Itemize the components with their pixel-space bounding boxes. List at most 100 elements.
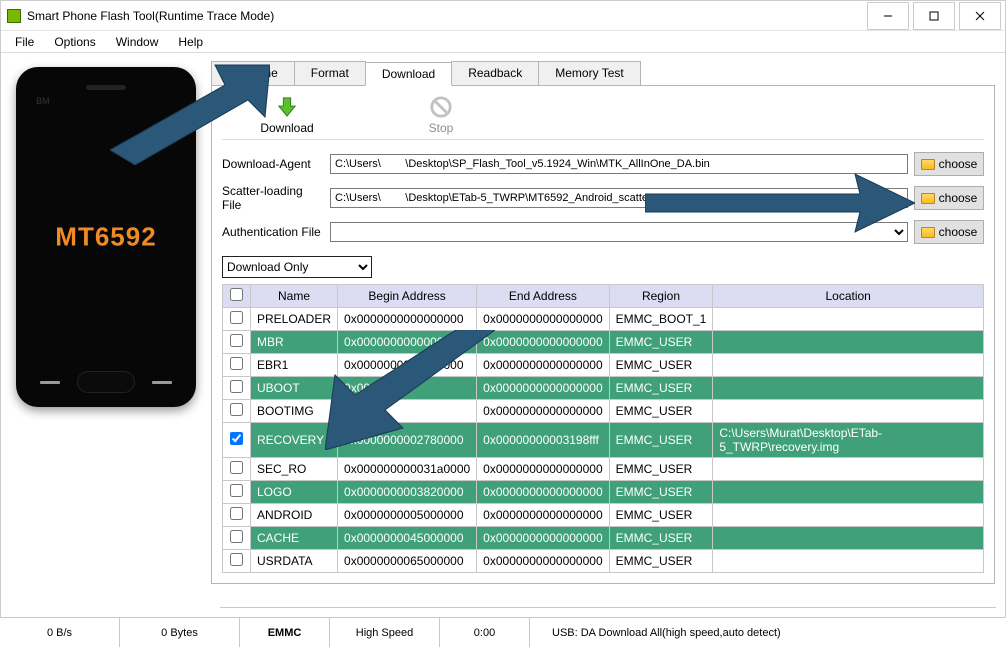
cell-begin: 0x000 — [338, 400, 477, 423]
cell-location — [713, 504, 984, 527]
cell-region: EMMC_USER — [609, 377, 713, 400]
cell-region: EMMC_USER — [609, 550, 713, 573]
row-checkbox[interactable] — [230, 507, 243, 520]
status-time: 0:00 — [440, 618, 530, 647]
col-begin: Begin Address — [338, 285, 477, 308]
table-row[interactable]: RECOVERY0x00000000027800000x000000000031… — [223, 423, 984, 458]
row-checkbox[interactable] — [230, 432, 243, 445]
row-checkbox[interactable] — [230, 334, 243, 347]
menu-file[interactable]: File — [5, 33, 44, 51]
cell-location — [713, 458, 984, 481]
cell-end: 0x0000000000000000 — [477, 527, 609, 550]
row-checkbox[interactable] — [230, 484, 243, 497]
cell-end: 0x0000000000000000 — [477, 400, 609, 423]
cell-begin: 0x0000000 — [338, 377, 477, 400]
cell-region: EMMC_USER — [609, 354, 713, 377]
cell-name: EBR1 — [251, 354, 338, 377]
menu-window[interactable]: Window — [106, 33, 169, 51]
choose-da-button[interactable]: choose — [914, 152, 984, 176]
row-checkbox[interactable] — [230, 311, 243, 324]
tab-strip: Welcome Format Download Readback Memory … — [211, 61, 995, 86]
cell-region: EMMC_USER — [609, 331, 713, 354]
table-row[interactable]: SEC_RO0x000000000031a00000x0000000000000… — [223, 458, 984, 481]
cell-end: 0x0000000000000000 — [477, 481, 609, 504]
cell-name: SEC_RO — [251, 458, 338, 481]
phone-brand: BM — [36, 96, 50, 106]
select-all-checkbox[interactable] — [230, 288, 243, 301]
row-checkbox[interactable] — [230, 403, 243, 416]
cell-name: BOOTIMG — [251, 400, 338, 423]
download-mode-select[interactable]: Download Only — [222, 256, 372, 278]
cell-location — [713, 550, 984, 573]
menu-options[interactable]: Options — [44, 33, 105, 51]
cell-begin: 0x0000000065000000 — [338, 550, 477, 573]
download-agent-path[interactable] — [330, 154, 908, 174]
folder-icon — [921, 193, 935, 204]
partition-table: Name Begin Address End Address Region Lo… — [222, 284, 984, 573]
maximize-button[interactable] — [913, 2, 955, 30]
auth-file-label: Authentication File — [222, 225, 324, 239]
cell-end: 0x00000000003198fff — [477, 423, 609, 458]
table-row[interactable]: USRDATA0x00000000650000000x0000000000000… — [223, 550, 984, 573]
download-button[interactable]: Download — [252, 96, 322, 135]
window-title: Smart Phone Flash Tool(Runtime Trace Mod… — [27, 9, 863, 23]
tab-memory-test[interactable]: Memory Test — [538, 61, 640, 85]
cell-begin: 0x0000000003820000 — [338, 481, 477, 504]
col-location: Location — [713, 285, 984, 308]
cell-end: 0x0000000000000000 — [477, 504, 609, 527]
row-checkbox[interactable] — [230, 357, 243, 370]
cell-begin: 0x0000000005000000 — [338, 504, 477, 527]
cell-end: 0x0000000000000000 — [477, 354, 609, 377]
folder-icon — [921, 159, 935, 170]
scatter-file-path[interactable] — [330, 188, 908, 208]
choose-scatter-button[interactable]: choose — [914, 186, 984, 210]
tab-download[interactable]: Download — [365, 62, 452, 86]
cell-location: C:\Users\Murat\Desktop\ETab-5_TWRP\recov… — [713, 423, 984, 458]
cell-begin: 0x000000000031a0000 — [338, 458, 477, 481]
cell-name: RECOVERY — [251, 423, 338, 458]
cell-end: 0x0000000000000000 — [477, 550, 609, 573]
cell-begin: 0x0000000002780000 — [338, 423, 477, 458]
col-region: Region — [609, 285, 713, 308]
cell-region: EMMC_USER — [609, 504, 713, 527]
menu-help[interactable]: Help — [168, 33, 213, 51]
status-speed: 0 B/s — [0, 618, 120, 647]
row-checkbox[interactable] — [230, 553, 243, 566]
table-row[interactable]: CACHE0x00000000450000000x000000000000000… — [223, 527, 984, 550]
cell-end: 0x0000000000000000 — [477, 458, 609, 481]
stop-button-label: Stop — [429, 121, 454, 135]
soft-key-back-icon — [152, 381, 172, 384]
table-row[interactable]: MBR0x00000000000000000x0000000000000000E… — [223, 331, 984, 354]
row-checkbox[interactable] — [230, 461, 243, 474]
close-button[interactable] — [959, 2, 1001, 30]
table-row[interactable]: UBOOT0x00000000x0000000000000000EMMC_USE… — [223, 377, 984, 400]
download-button-label: Download — [260, 121, 313, 135]
download-arrow-icon — [276, 96, 298, 118]
phone-illustration: BM MT6592 — [16, 67, 196, 407]
cell-name: PRELOADER — [251, 308, 338, 331]
tab-format[interactable]: Format — [294, 61, 366, 85]
tab-readback[interactable]: Readback — [451, 61, 539, 85]
row-checkbox[interactable] — [230, 380, 243, 393]
table-row[interactable]: BOOTIMG0x0000x0000000000000000EMMC_USER — [223, 400, 984, 423]
table-row[interactable]: LOGO0x00000000038200000x0000000000000000… — [223, 481, 984, 504]
cell-end: 0x0000000000000000 — [477, 308, 609, 331]
cell-name: CACHE — [251, 527, 338, 550]
row-checkbox[interactable] — [230, 530, 243, 543]
soft-key-menu-icon — [40, 381, 60, 384]
col-name: Name — [251, 285, 338, 308]
cell-begin: 0x0000000000080000 — [338, 354, 477, 377]
download-agent-label: Download-Agent — [222, 157, 324, 171]
app-icon — [7, 9, 21, 23]
minimize-button[interactable] — [867, 2, 909, 30]
stop-button[interactable]: Stop — [406, 96, 476, 135]
table-row[interactable]: PRELOADER0x00000000000000000x00000000000… — [223, 308, 984, 331]
choose-auth-button[interactable]: choose — [914, 220, 984, 244]
table-row[interactable]: EBR10x00000000000800000x0000000000000000… — [223, 354, 984, 377]
cell-begin: 0x0000000000000000 — [338, 308, 477, 331]
status-bytes: 0 Bytes — [120, 618, 240, 647]
table-row[interactable]: ANDROID0x00000000050000000x0000000000000… — [223, 504, 984, 527]
tab-welcome[interactable]: Welcome — [211, 61, 295, 85]
cell-name: MBR — [251, 331, 338, 354]
auth-file-combo[interactable] — [330, 222, 908, 242]
